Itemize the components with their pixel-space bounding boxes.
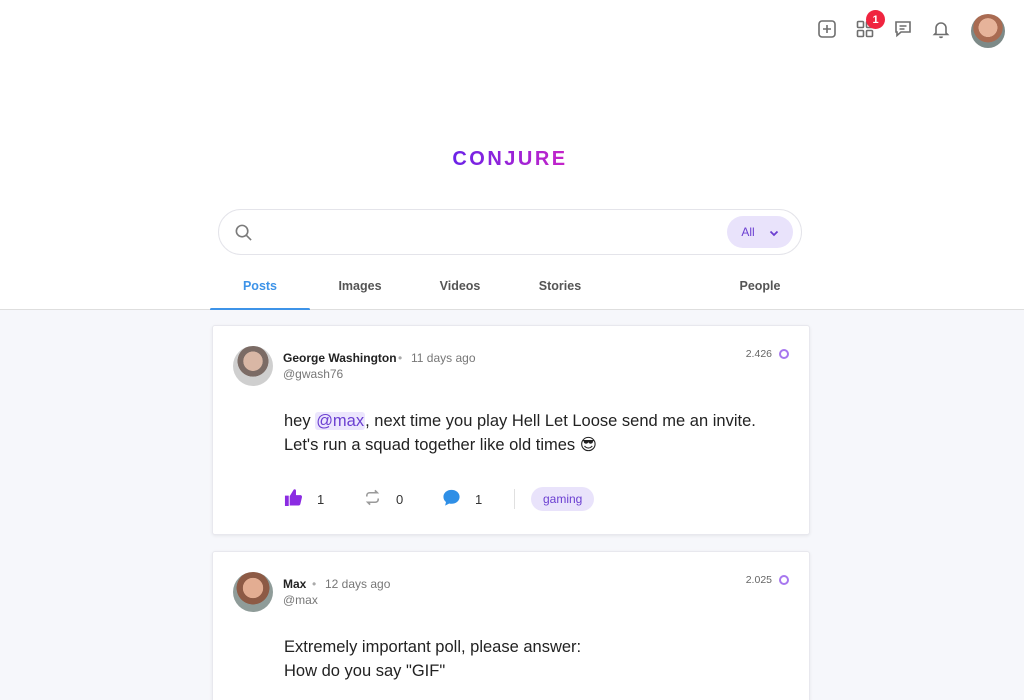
repost-button[interactable]: 0 bbox=[363, 486, 403, 512]
messages-button[interactable] bbox=[884, 13, 922, 49]
create-button[interactable] bbox=[808, 13, 846, 49]
post-score-value: 2.426 bbox=[745, 348, 772, 360]
user-avatar[interactable] bbox=[971, 14, 1005, 48]
score-ring-icon bbox=[779, 349, 789, 359]
post-text-line1: Extremely important poll, please answer: bbox=[284, 638, 582, 656]
post-body: hey @max, next time you play Hell Let Lo… bbox=[284, 409, 784, 457]
top-bar: 1 bbox=[0, 0, 1024, 62]
thumbs-up-icon bbox=[284, 488, 303, 510]
tag-chip[interactable]: gaming bbox=[531, 487, 595, 511]
search-input[interactable] bbox=[265, 218, 725, 246]
tab-posts[interactable]: Posts bbox=[210, 262, 310, 311]
repost-count: 0 bbox=[396, 491, 404, 507]
post-card: George Washington • 11 days ago @gwash76… bbox=[212, 325, 810, 535]
post-score-value: 2.025 bbox=[745, 574, 772, 586]
tab-people[interactable]: People bbox=[710, 262, 810, 309]
plus-square-icon bbox=[817, 19, 837, 44]
message-icon bbox=[893, 19, 913, 44]
separator-dot: • bbox=[398, 351, 403, 365]
tab-stories[interactable]: Stories bbox=[510, 262, 610, 309]
content-tabs: Posts Images Videos Stories People bbox=[0, 262, 1024, 311]
mention-link[interactable]: @max bbox=[315, 412, 366, 430]
repost-icon bbox=[363, 488, 382, 510]
brand-logo: CONJURE bbox=[0, 148, 1020, 171]
top-icons: 1 bbox=[808, 10, 1005, 49]
post-text-line2: Let's run a squad together like old time… bbox=[284, 436, 597, 454]
divider bbox=[514, 489, 515, 509]
author-avatar[interactable] bbox=[233, 346, 273, 386]
post-score: 2.426 bbox=[746, 348, 789, 360]
post-text-rest: , next time you play Hell Let Loose send… bbox=[365, 412, 756, 430]
post-time: 12 days ago bbox=[325, 577, 391, 591]
post-actions: 1 0 1 gaming bbox=[284, 486, 804, 512]
post-body: Extremely important poll, please answer:… bbox=[284, 635, 784, 683]
apps-button[interactable]: 1 bbox=[846, 10, 885, 49]
search-filter-label: All bbox=[741, 225, 755, 239]
author-handle[interactable]: @max bbox=[283, 593, 318, 607]
author-avatar[interactable] bbox=[233, 572, 273, 612]
comment-button[interactable]: 1 bbox=[442, 486, 482, 512]
search-icon bbox=[234, 223, 253, 242]
post-feed: George Washington • 11 days ago @gwash76… bbox=[0, 310, 1024, 700]
post-text-start: hey bbox=[284, 412, 316, 430]
post-card: Max • 12 days ago @max 2.025 Extremely i… bbox=[212, 551, 810, 700]
post-text-line2: How do you say "GIF" bbox=[284, 662, 446, 680]
separator-dot: • bbox=[312, 577, 317, 591]
post-score: 2.025 bbox=[746, 574, 789, 586]
like-count: 1 bbox=[317, 491, 325, 507]
author-name[interactable]: Max bbox=[283, 577, 306, 591]
notifications-button[interactable] bbox=[922, 13, 960, 49]
bell-icon bbox=[931, 19, 951, 44]
score-ring-icon bbox=[779, 575, 789, 585]
brand-name: CONJURE bbox=[452, 148, 568, 170]
author-handle[interactable]: @gwash76 bbox=[283, 367, 343, 381]
author-name[interactable]: George Washington bbox=[283, 351, 397, 365]
post-time: 11 days ago bbox=[411, 351, 476, 365]
search-bar: All bbox=[218, 209, 802, 255]
like-button[interactable]: 1 bbox=[284, 486, 324, 512]
tab-images[interactable]: Images bbox=[310, 262, 410, 309]
comment-count: 1 bbox=[475, 491, 483, 507]
search-filter-dropdown[interactable]: All bbox=[727, 216, 793, 248]
chevron-down-icon bbox=[769, 227, 779, 237]
tab-videos[interactable]: Videos bbox=[410, 262, 510, 309]
comment-icon bbox=[442, 488, 461, 510]
notification-badge: 1 bbox=[866, 10, 885, 29]
